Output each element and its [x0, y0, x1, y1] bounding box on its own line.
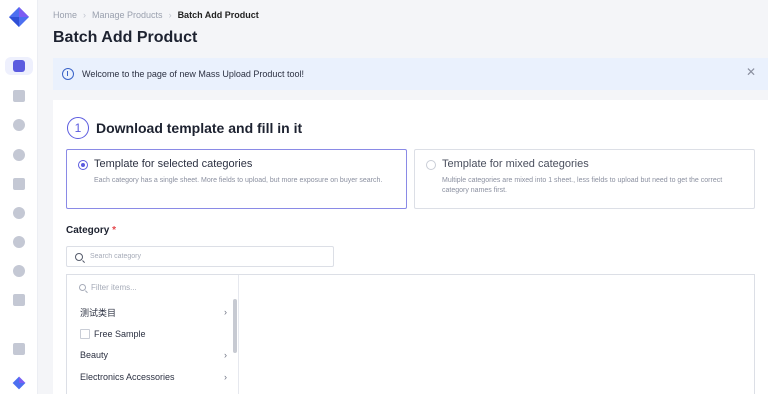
category-search-input[interactable] — [90, 253, 320, 260]
page-title: Batch Add Product — [53, 29, 198, 46]
sidebar — [0, 0, 38, 394]
service-icon[interactable] — [13, 236, 25, 248]
category-search-box[interactable] — [66, 246, 334, 267]
radio-selected-categories[interactable] — [78, 160, 88, 170]
breadcrumb-separator-icon: › — [83, 10, 87, 20]
category-label: Category * — [66, 225, 116, 236]
scrollbar-thumb[interactable] — [233, 299, 237, 353]
account-icon[interactable] — [13, 294, 25, 306]
checkbox[interactable] — [80, 329, 90, 339]
step-card: 1 Download template and fill in it Templ… — [53, 100, 768, 394]
option-description: Multiple categories are mixed into 1 she… — [442, 177, 723, 194]
breadcrumb-current: Batch Add Product — [177, 10, 259, 20]
data-icon[interactable] — [13, 149, 25, 161]
category-column: 测试类目 › Free Sample Beauty › Electronics … — [67, 275, 239, 394]
required-mark: * — [112, 225, 117, 236]
category-item[interactable]: Beauty › — [80, 347, 227, 363]
radio-mixed-categories[interactable] — [426, 160, 436, 170]
chevron-right-icon: › — [224, 307, 227, 317]
logo-icon[interactable] — [12, 376, 26, 390]
product-icon[interactable] — [13, 60, 25, 72]
option-description: Each category has a single sheet. More f… — [94, 177, 383, 184]
filter-box[interactable] — [79, 283, 211, 292]
step-number: 1 — [67, 117, 89, 139]
breadcrumb-home[interactable]: Home — [53, 10, 77, 20]
help-icon[interactable] — [13, 265, 25, 277]
info-banner: Welcome to the page of new Mass Upload P… — [53, 58, 768, 90]
option-title: Template for mixed categories — [442, 158, 589, 170]
category-item-label: Beauty — [80, 350, 109, 360]
finance-icon[interactable] — [13, 207, 25, 219]
banner-text: Welcome to the page of new Mass Upload P… — [82, 69, 304, 79]
category-item[interactable]: 测试类目 › — [80, 304, 227, 320]
category-item-label: 测试类目 — [80, 307, 117, 318]
breadcrumb-separator-icon: › — [168, 10, 172, 20]
breadcrumb: Home › Manage Products › Batch Add Produ… — [53, 10, 259, 20]
option-title: Template for selected categories — [94, 158, 253, 170]
notes-icon[interactable] — [13, 343, 25, 355]
logo-icon[interactable] — [8, 6, 30, 28]
chevron-right-icon: › — [224, 372, 227, 382]
option-mixed-categories[interactable]: Template for mixed categories Multiple c… — [414, 149, 755, 209]
category-item[interactable]: Free Sample — [80, 326, 227, 342]
option-selected-categories[interactable]: Template for selected categories Each ca… — [66, 149, 407, 209]
breadcrumb-manage-products[interactable]: Manage Products — [92, 10, 163, 20]
category-picker-panel: 测试类目 › Free Sample Beauty › Electronics … — [66, 274, 755, 394]
category-item-label: Free Sample — [94, 329, 146, 339]
category-item-label: Electronics Accessories — [80, 372, 175, 382]
store-icon[interactable] — [13, 178, 25, 190]
step-title: Download template and fill in it — [96, 120, 303, 136]
search-icon — [79, 284, 86, 291]
category-item[interactable]: Electronics Accessories › — [80, 369, 227, 385]
info-icon — [62, 68, 74, 80]
marketing-icon[interactable] — [13, 119, 25, 131]
search-icon — [75, 252, 83, 261]
filter-input[interactable] — [91, 283, 211, 292]
order-icon[interactable] — [13, 90, 25, 102]
chevron-right-icon: › — [224, 350, 227, 360]
close-icon[interactable]: ✕ — [746, 66, 756, 78]
category-label-text: Category — [66, 225, 110, 236]
